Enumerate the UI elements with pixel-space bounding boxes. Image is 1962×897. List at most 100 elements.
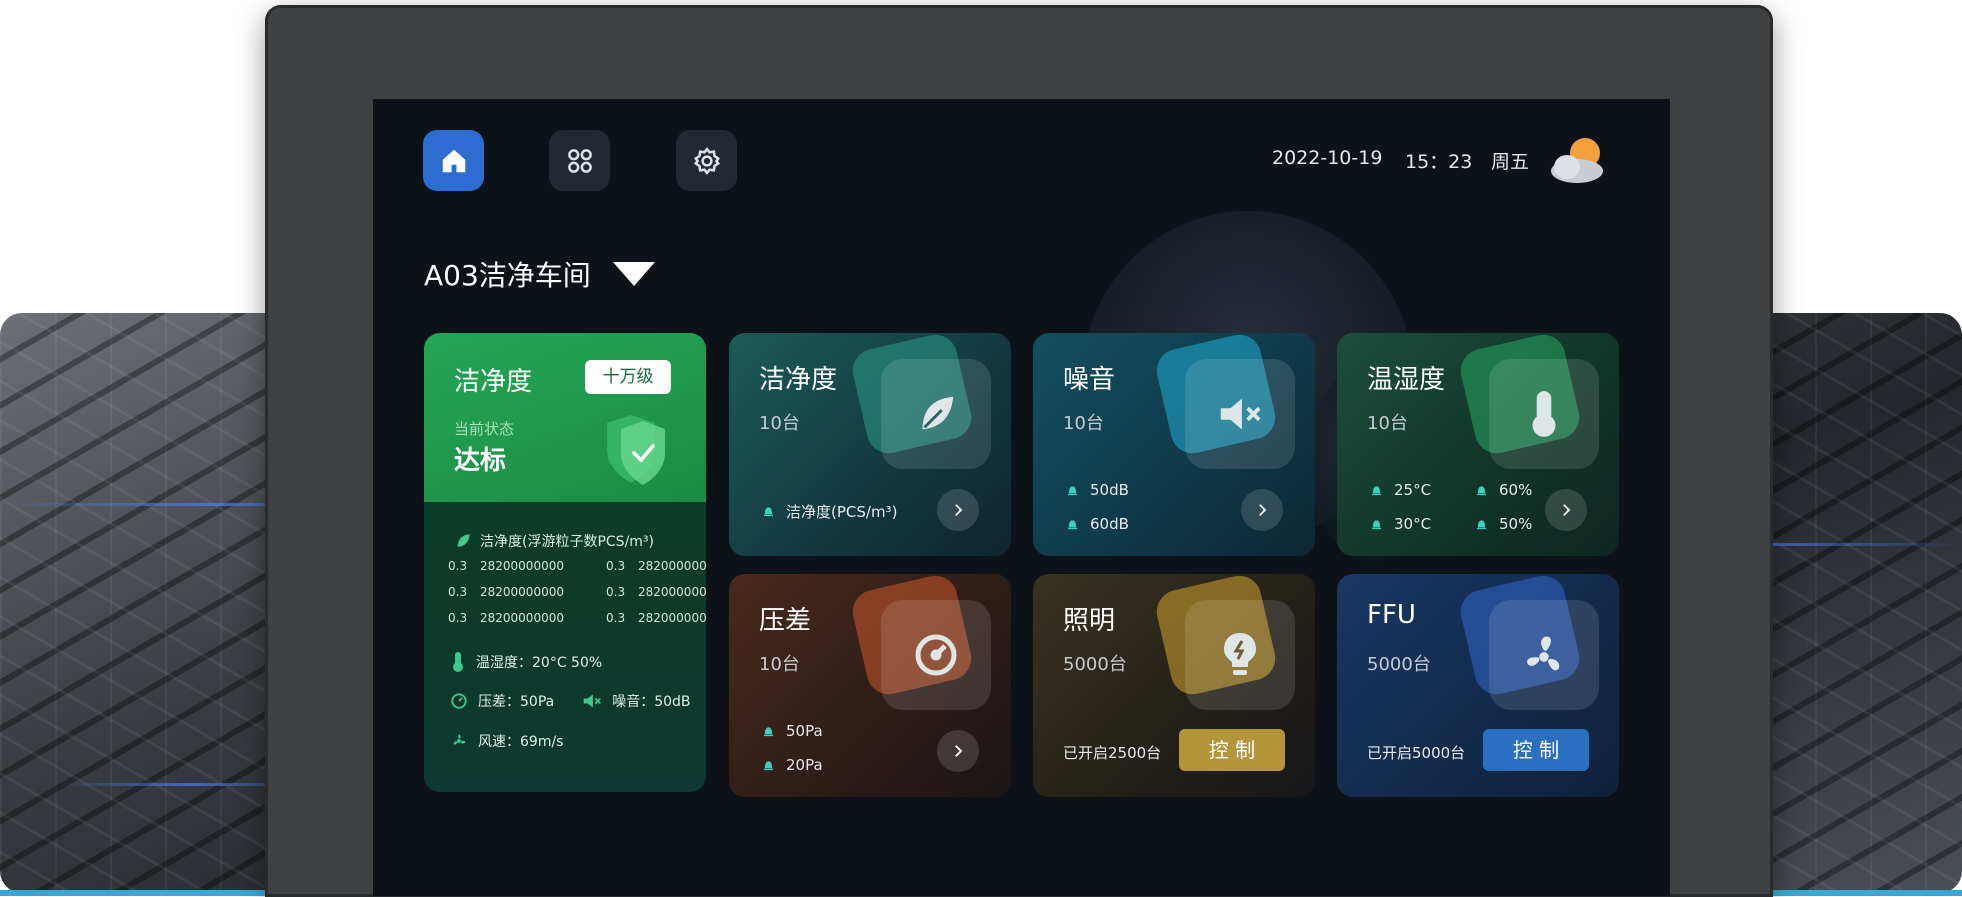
card-count: 5000台	[1063, 654, 1127, 675]
card-metric-line: 洁净度(PCS/m³)	[763, 501, 897, 522]
thermometer-icon	[1532, 391, 1556, 437]
card-title: FFU	[1367, 600, 1416, 630]
workshop-selector[interactable]: A03洁净车间	[424, 254, 655, 294]
pm-table: 0.3 28200000000 0.3 28200000000 0.3 2820…	[448, 559, 706, 637]
noise-detail-button[interactable]	[1241, 489, 1283, 531]
pressure-text: 压差：50Pa	[478, 694, 555, 710]
cleanliness-status-card: 洁净度 十万级 当前状态 达标 洁净度(浮游粒子数PCS/m³) 0.3 282…	[424, 333, 706, 792]
pressure-card[interactable]: 压差 10台 50Pa 20Pa	[729, 574, 1011, 797]
pm-cell: 28200000000	[480, 611, 564, 625]
weekday-text: 周五	[1491, 151, 1530, 173]
chevron-right-icon	[955, 504, 963, 516]
bell-icon	[1067, 485, 1078, 495]
pm-cell: 0.3	[606, 559, 626, 573]
bell-icon	[1476, 485, 1487, 495]
pm-cell: 28200000000	[480, 585, 564, 599]
humidity-card[interactable]: 温湿度 10台 25°C 60% 30°C 50%	[1337, 333, 1619, 556]
card-count: 5000台	[1367, 654, 1431, 675]
workshop-name: A03洁净车间	[424, 259, 591, 292]
shield-check-icon	[607, 415, 665, 485]
humidity-value-1: 60%	[1499, 481, 1533, 499]
card-count: 10台	[759, 654, 800, 675]
leaf-icon	[922, 396, 954, 430]
ffu-control-button[interactable]: 控 制	[1483, 729, 1589, 771]
date-text: 2022-10-19	[1272, 147, 1383, 169]
noise-value-line: 50dB	[1067, 481, 1129, 499]
lighting-card: 照明 5000台 已开启2500台 控 制	[1033, 574, 1315, 797]
bell-icon	[1371, 519, 1382, 529]
dashboard-screen: 2022-10-19 15：23 周五 A03洁净车间 洁净度 十万级 当前状态…	[373, 99, 1670, 896]
pressure-value-1: 50Pa	[786, 722, 823, 740]
chevron-right-icon	[1563, 504, 1571, 516]
speaker-mute-icon	[1220, 398, 1261, 430]
speaker-mute-icon	[583, 694, 602, 708]
gauge-icon	[451, 693, 467, 709]
card-icon-tile	[1489, 359, 1599, 469]
card-icon-tile	[881, 600, 991, 710]
card-title: 噪音	[1063, 365, 1116, 395]
card-count: 10台	[759, 413, 800, 434]
temp-value-2: 30°C	[1394, 515, 1432, 533]
bell-icon	[763, 726, 774, 736]
pm-row: 0.3 28200000000 0.3 28200000000	[448, 611, 706, 637]
weather-sun-cloud-icon	[1551, 138, 1603, 183]
cleanliness-card[interactable]: 洁净度 10台 洁净度(PCS/m³)	[729, 333, 1011, 556]
bell-icon	[1371, 485, 1382, 495]
humidity-value-line: 30°C 50%	[1371, 515, 1532, 533]
pm-cell: 0.3	[448, 559, 468, 573]
pm-cell: 0.3	[448, 611, 468, 625]
gear-icon	[693, 146, 720, 175]
temp-value-1: 25°C	[1394, 481, 1432, 499]
opened-count: 已开启2500台	[1063, 744, 1162, 762]
pm-row: 0.3 28200000000 0.3 28200000000	[448, 559, 706, 585]
card-icon-tile	[1185, 359, 1295, 469]
card-icon-tile	[1489, 600, 1599, 710]
ffu-card: FFU 5000台 已开启5000台 控 制	[1337, 574, 1619, 797]
pm-title: 洁净度(浮游粒子数PCS/m³)	[480, 534, 654, 550]
pm-row: 0.3 28200000000 0.3 28200000000	[448, 585, 706, 611]
card-count: 10台	[1063, 413, 1104, 434]
wind-line: 风速：69m/s	[450, 731, 563, 751]
pressure-noise-line: 压差：50Pa 噪音：50dB	[450, 691, 691, 711]
nav-settings-button[interactable]	[676, 130, 737, 191]
temp-humidity-text: 温湿度：20°C 50%	[476, 655, 603, 671]
noise-text: 噪音：50dB	[612, 694, 691, 710]
opened-count: 已开启5000台	[1367, 744, 1466, 762]
pressure-detail-button[interactable]	[937, 730, 979, 772]
status-card-title: 洁净度	[454, 367, 533, 397]
pm-cell: 0.3	[606, 585, 626, 599]
cleanliness-detail-button[interactable]	[937, 489, 979, 531]
nav-apps-button[interactable]	[549, 130, 610, 191]
noise-value-line: 60dB	[1067, 515, 1129, 533]
thermometer-icon	[453, 652, 463, 672]
bell-icon	[1067, 519, 1078, 529]
leaf-icon	[457, 534, 470, 547]
apps-icon	[567, 148, 592, 173]
state-value: 达标	[454, 446, 507, 476]
pm-cell: 28200000000	[638, 585, 706, 599]
cleanliness-level-badge: 十万级	[585, 360, 671, 394]
card-title: 洁净度	[759, 365, 838, 395]
pm-cell: 28200000000	[638, 611, 706, 625]
noise-card[interactable]: 噪音 10台 50dB 60dB	[1033, 333, 1315, 556]
bell-icon	[1476, 519, 1487, 529]
card-title: 照明	[1063, 606, 1116, 636]
nav-home-button[interactable]	[423, 130, 484, 191]
pressure-value-line: 20Pa	[763, 756, 823, 774]
temp-humidity-line: 温湿度：20°C 50%	[450, 651, 602, 673]
pm-header: 洁净度(浮游粒子数PCS/m³)	[454, 531, 654, 551]
lighting-control-button[interactable]: 控 制	[1179, 729, 1285, 771]
humidity-value-2: 50%	[1499, 515, 1533, 533]
humidity-value-line: 25°C 60%	[1371, 481, 1532, 499]
pm-cell: 28200000000	[638, 559, 706, 573]
chevron-right-icon	[1259, 504, 1267, 516]
lightbulb-icon	[1224, 633, 1256, 675]
pressure-value-2: 20Pa	[786, 756, 823, 774]
humidity-detail-button[interactable]	[1545, 489, 1587, 531]
home-icon	[442, 149, 465, 172]
pm-cell: 28200000000	[480, 559, 564, 573]
state-label: 当前状态	[454, 420, 515, 438]
card-icon-tile	[881, 359, 991, 469]
pm-cell: 0.3	[448, 585, 468, 599]
fan-icon	[453, 734, 466, 745]
